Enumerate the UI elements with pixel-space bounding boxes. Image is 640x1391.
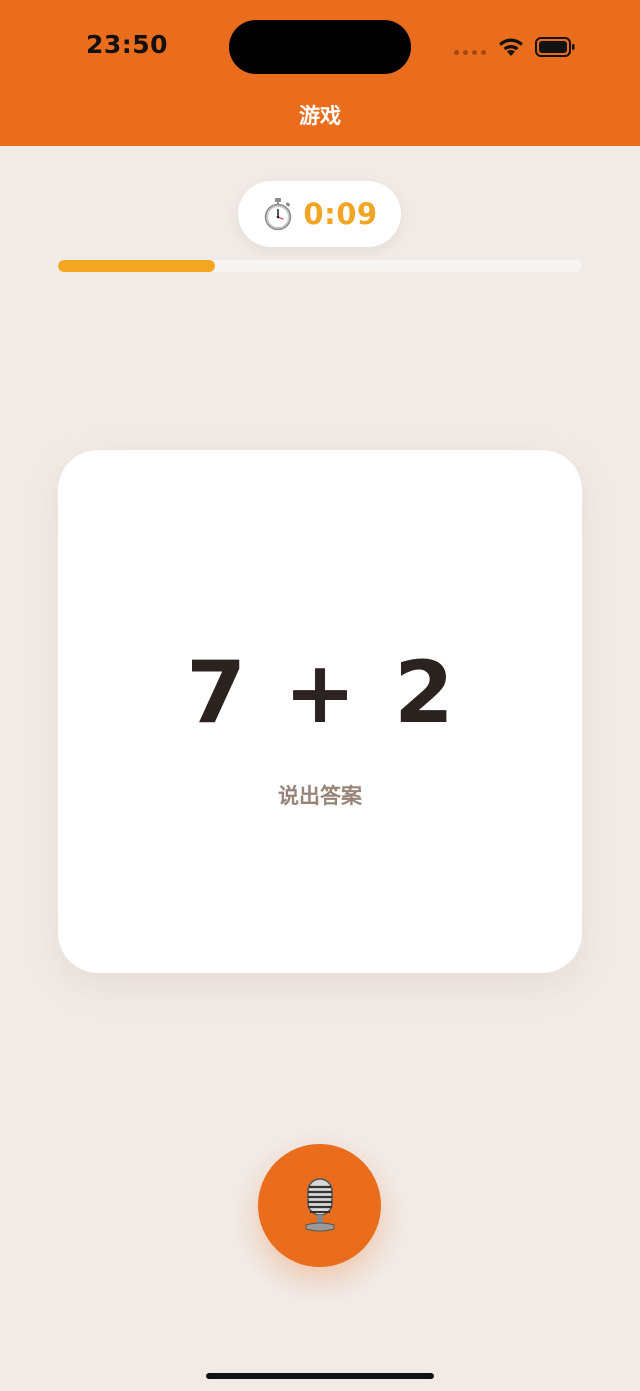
status-bar-time: 23:50 [86,30,169,59]
cellular-signal-icon [454,50,486,55]
wifi-icon [499,38,523,56]
dynamic-island [229,20,411,74]
progress-bar [58,260,582,272]
microphone-button[interactable] [258,1144,381,1267]
timer-badge: 0:09 [238,181,401,247]
math-equation: 7 + 2 [186,643,454,743]
progress-bar-fill [58,260,216,272]
battery-icon [535,37,575,57]
timer-value: 0:09 [303,197,378,231]
answer-hint: 说出答案 [278,784,362,808]
question-card: 7 + 2 说出答案 [58,450,582,973]
header: 23:50 游戏 [0,0,640,146]
microphone-icon [305,1177,334,1231]
stopwatch-icon [265,198,292,231]
page-title: 游戏 [299,104,341,128]
home-indicator [206,1373,434,1379]
